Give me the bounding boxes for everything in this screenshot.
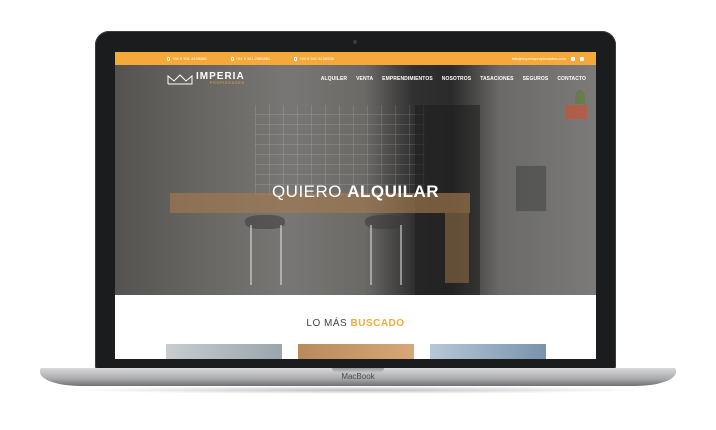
nav-item-nosotros[interactable]: NOSOTROS <box>442 76 471 82</box>
property-card[interactable] <box>430 344 546 359</box>
nav-item-tasaciones[interactable]: TASACIONES <box>480 76 513 82</box>
hero-backdrop-chair-leg <box>400 225 402 285</box>
phone-list: +54 9 341 4195385 +54 9 341 2550881 +54 … <box>167 56 334 61</box>
hero-banner: IMPERIA PROPIEDADES ALQUILER VENTA EMPRE… <box>115 65 596 295</box>
nav-item-alquiler[interactable]: ALQUILER <box>321 76 347 82</box>
phone-number: +54 9 341 5156938 <box>299 56 334 61</box>
laptop-lid: +54 9 341 4195385 +54 9 341 2550881 +54 … <box>95 31 616 370</box>
nav-item-contacto[interactable]: CONTACTO <box>557 76 586 82</box>
hero-backdrop-counter-leg <box>445 213 469 283</box>
instagram-icon[interactable] <box>580 56 584 61</box>
hero-title-bold: ALQUILAR <box>347 182 440 201</box>
phone-item[interactable]: +54 9 341 5156938 <box>294 56 334 61</box>
main-nav: ALQUILER VENTA EMPRENDIMIENTOS NOSOTROS … <box>321 76 586 82</box>
section-title: LO MÁS BUSCADO <box>115 318 596 329</box>
hero-backdrop-chair-leg <box>280 225 282 285</box>
site-logo[interactable]: IMPERIA PROPIEDADES <box>167 72 245 86</box>
section-title-bold: BUSCADO <box>350 318 405 329</box>
phone-item[interactable]: +54 9 341 2550881 <box>230 56 271 61</box>
logo-subtitle: PROPIEDADES <box>209 81 245 86</box>
nav-item-seguros[interactable]: SEGUROS <box>523 76 549 82</box>
property-card[interactable] <box>166 344 282 359</box>
nav-item-emprendimientos[interactable]: EMPRENDIMIENTOS <box>382 76 433 82</box>
camera-icon <box>353 40 357 44</box>
contact-right: info@imperiapropiedades.com <box>512 56 584 61</box>
contact-bar: +54 9 341 4195385 +54 9 341 2550881 +54 … <box>115 52 596 65</box>
nav-item-venta[interactable]: VENTA <box>356 76 373 82</box>
phone-number: +54 9 341 4195385 <box>172 56 207 61</box>
logo-text: IMPERIA PROPIEDADES <box>196 72 245 86</box>
main-header: IMPERIA PROPIEDADES ALQUILER VENTA EMPRE… <box>115 65 596 93</box>
phone-item[interactable]: +54 9 341 4195385 <box>167 56 207 61</box>
hero-title: QUIERO ALQUILAR <box>115 182 596 202</box>
phone-icon <box>167 56 170 61</box>
email-link[interactable]: info@imperiapropiedades.com <box>512 56 566 61</box>
browser-screen: +54 9 341 4195385 +54 9 341 2550881 +54 … <box>115 52 596 359</box>
hero-title-light: QUIERO <box>271 182 342 201</box>
hero-backdrop-shelf <box>565 105 587 119</box>
featured-cards <box>166 344 546 359</box>
hero-backdrop-chair-leg <box>370 225 372 285</box>
property-card[interactable] <box>298 344 414 359</box>
phone-icon <box>294 56 298 61</box>
laptop-shadow <box>70 386 646 394</box>
crown-icon <box>167 73 193 84</box>
section-title-light: LO MÁS <box>306 318 348 329</box>
laptop-brand-label: MacBook <box>341 372 375 381</box>
phone-icon <box>230 56 234 61</box>
phone-number: +54 9 341 2550881 <box>235 56 271 61</box>
hero-backdrop-chair-leg <box>250 225 252 285</box>
facebook-icon[interactable] <box>571 56 575 61</box>
